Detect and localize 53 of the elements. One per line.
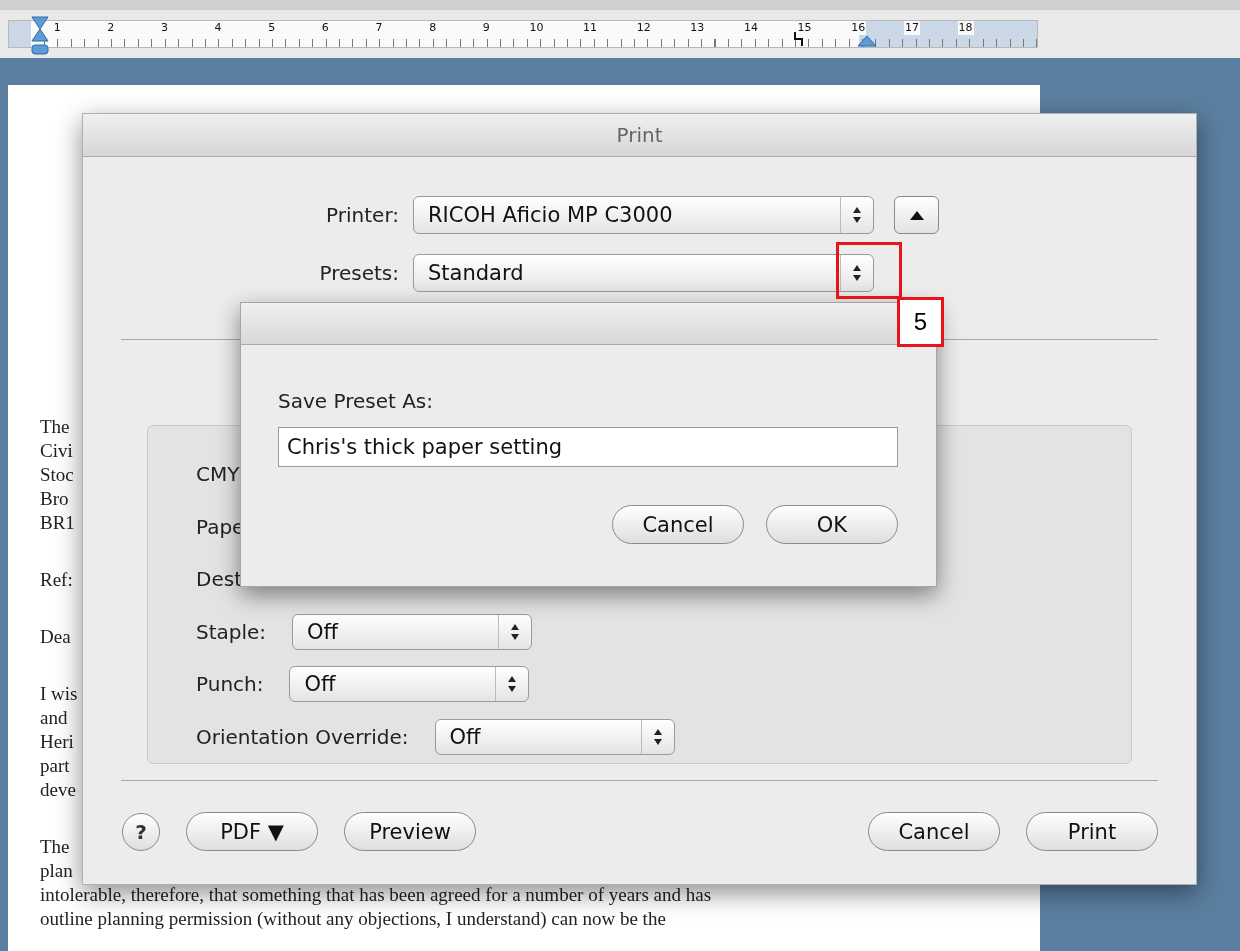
prompt-label: Save Preset As: [278, 389, 434, 413]
document-text: outline planning permission (without any objections, I understand) can now be the [40, 907, 666, 931]
stepper-icon [852, 206, 862, 224]
ruler-number: 17 [903, 21, 920, 35]
document-text: deve [40, 778, 76, 802]
option-popup[interactable]: Off [434, 718, 675, 755]
callout-number: 5 [897, 297, 944, 347]
document-text: Bro [40, 487, 69, 511]
option-label: Dest [196, 567, 242, 592]
document-text: Dea [40, 625, 71, 649]
right-indent-marker-icon[interactable] [857, 35, 877, 47]
option-label: Orientation Override: [196, 724, 409, 749]
document-text: The [40, 415, 70, 439]
tab-stop-icon[interactable] [793, 31, 805, 47]
option-label: Punch: [196, 672, 264, 697]
help-button[interactable]: ? [122, 812, 160, 851]
document-text: Stoc [40, 463, 74, 487]
printer-label: Printer: [325, 203, 400, 227]
sheet-button[interactable]: Cancel [612, 505, 744, 544]
printer-popup[interactable]: RICOH Aficio MP C3000 [413, 196, 874, 234]
dialog-button[interactable]: PDF ▼ [186, 812, 318, 851]
stepper-icon [652, 727, 663, 746]
ruler-number: 16 [850, 21, 867, 35]
presets-popup[interactable]: Standard [413, 254, 874, 292]
document-text: intolerable, therefore, that something that has been agreed for a number of years and has [40, 883, 712, 907]
document-text: Heri [40, 730, 74, 754]
option-popup[interactable]: Off [292, 613, 533, 650]
presets-label: Presets: [318, 261, 400, 285]
up-triangle-icon [909, 210, 924, 220]
preset-name-field[interactable]: Chris's thick paper setting [278, 427, 898, 467]
document-text: Civi [40, 439, 73, 463]
document-text: plan [40, 859, 73, 883]
dialog-title: Print [616, 123, 663, 147]
document-text: part [40, 754, 70, 778]
dialog-button[interactable]: Cancel [868, 812, 1000, 851]
option-label: CMY [196, 462, 240, 487]
stepper-icon [507, 675, 518, 694]
document-text: I wis [40, 682, 78, 706]
document-text: The [40, 835, 70, 859]
ruler-number: 18 [957, 21, 974, 35]
disclosure-button[interactable] [894, 196, 939, 234]
dialog-button[interactable]: Print [1026, 812, 1158, 851]
option-popup[interactable]: Off [289, 666, 530, 703]
document-text: Ref: [40, 568, 73, 592]
dialog-button[interactable]: Preview [344, 812, 476, 851]
stepper-icon [852, 264, 862, 282]
option-label: Staple: [196, 619, 267, 644]
stepper-icon [510, 622, 521, 641]
callout-frame [836, 242, 902, 299]
document-text: BR1 [40, 511, 75, 535]
indent-marker-icon[interactable] [31, 16, 49, 56]
document-text: and [40, 706, 68, 730]
sheet-button[interactable]: OK [766, 505, 898, 544]
